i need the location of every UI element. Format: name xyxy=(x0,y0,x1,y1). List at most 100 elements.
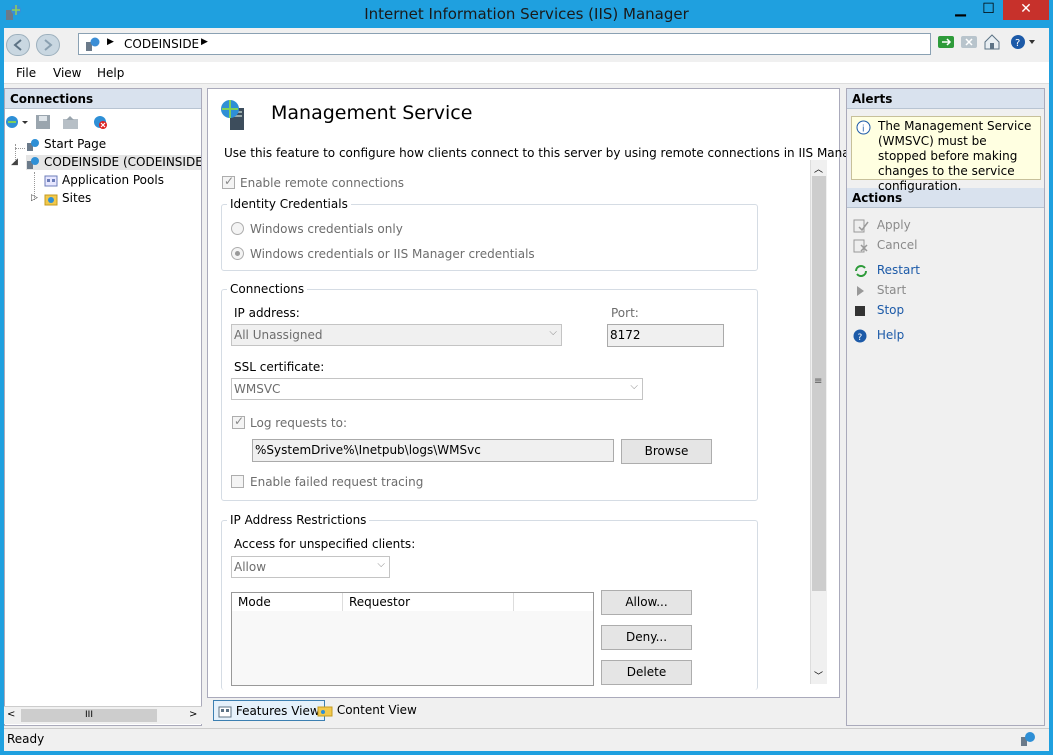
connect-icon[interactable] xyxy=(5,114,29,133)
windows-only-label: Windows credentials only xyxy=(250,222,403,236)
windows-or-iis-label: Windows credentials or IIS Manager crede… xyxy=(250,247,535,261)
svg-text:i: i xyxy=(862,125,865,135)
port-label: Port: xyxy=(611,306,639,320)
port-field[interactable]: 8172 xyxy=(607,324,724,347)
windows-or-iis-radio[interactable] xyxy=(231,247,244,260)
alert-box: i The Management Service (WMSVC) must be… xyxy=(851,116,1041,193)
content-view-label: Content View xyxy=(336,703,417,717)
deny-button[interactable]: Deny... xyxy=(601,625,692,650)
forward-arrow-icon xyxy=(44,39,53,51)
menu-file[interactable]: File xyxy=(16,66,36,80)
restart-icon xyxy=(855,264,867,277)
ip-rules-table[interactable]: Mode Requestor xyxy=(231,592,594,686)
allow-button[interactable]: Allow... xyxy=(601,590,692,615)
vscroll-thumb[interactable]: ≡ xyxy=(812,176,826,591)
breadcrumb-dropdown-icon[interactable]: ▶ xyxy=(201,37,208,47)
title-bar: Internet Information Services (IIS) Mana… xyxy=(0,0,1053,28)
delete-button[interactable]: Delete xyxy=(601,660,692,685)
scroll-right-icon[interactable]: > xyxy=(189,709,197,720)
failed-tracing-label: Enable failed request tracing xyxy=(250,475,424,489)
features-view-icon xyxy=(218,706,232,717)
up-level-icon[interactable] xyxy=(62,114,80,133)
log-path-field[interactable]: %SystemDrive%\Inetpub\logs\WMSvc xyxy=(252,439,614,462)
column-header-mode[interactable]: Mode xyxy=(232,593,343,611)
minimize-button[interactable]: ▁ xyxy=(947,0,974,20)
save-icon[interactable] xyxy=(35,114,51,133)
disconnect-icon[interactable] xyxy=(91,114,109,133)
action-apply: Apply xyxy=(853,218,911,233)
address-bar[interactable]: ▶ CODEINSIDE ▶ xyxy=(78,33,931,55)
back-arrow-icon xyxy=(13,39,22,51)
menu-view[interactable]: View xyxy=(53,66,81,80)
scroll-left-icon[interactable]: < xyxy=(7,709,15,720)
breadcrumb-arrow-icon: ▶ xyxy=(107,37,114,47)
close-button[interactable]: ✕ xyxy=(1003,0,1049,20)
restart-label: Restart xyxy=(876,263,920,277)
forward-button[interactable] xyxy=(36,34,60,56)
help-dropdown-icon[interactable]: ? xyxy=(1009,33,1035,53)
stop-square-icon xyxy=(855,305,865,316)
tree-item-label: Sites xyxy=(62,191,92,205)
server-icon xyxy=(27,156,39,169)
tree-item-start-page[interactable]: Start Page xyxy=(26,137,106,152)
svg-text:?: ? xyxy=(858,333,863,343)
stop-icon[interactable] xyxy=(960,33,980,53)
home-icon[interactable] xyxy=(983,33,1003,53)
page-title: Management Service xyxy=(271,102,473,124)
tree-item-label: Start Page xyxy=(44,137,107,151)
tree-item-label: CODEINSIDE (CODEINSIDE\co xyxy=(44,155,201,169)
cancel-icon xyxy=(853,239,868,252)
apply-label: Apply xyxy=(876,218,911,232)
failed-tracing-checkbox[interactable] xyxy=(231,475,244,488)
connections-group-label: Connections xyxy=(227,282,308,296)
chevron-down-icon: ⌵ xyxy=(377,559,385,570)
alert-message: The Management Service (WMSVC) must be s… xyxy=(878,119,1032,193)
hscroll-thumb[interactable]: III xyxy=(21,709,157,722)
cancel-label: Cancel xyxy=(876,238,918,252)
features-view-tab[interactable]: Features View xyxy=(213,700,325,721)
scroll-up-icon[interactable]: ︿ xyxy=(814,162,823,175)
breadcrumb-server[interactable]: CODEINSIDE xyxy=(124,37,199,51)
sites-icon xyxy=(44,194,58,205)
ssl-certificate-value: WMSVC xyxy=(234,382,281,396)
connections-hscrollbar[interactable]: < III > xyxy=(4,706,202,724)
tree-item-label: Application Pools xyxy=(62,173,164,187)
server-icon xyxy=(86,37,100,51)
column-header-requestor[interactable]: Requestor xyxy=(343,593,514,611)
enable-remote-checkbox[interactable] xyxy=(222,174,235,189)
access-value: Allow xyxy=(234,560,267,574)
access-combo[interactable]: Allow ⌵ xyxy=(231,556,390,578)
access-unspecified-label: Access for unspecified clients: xyxy=(234,537,416,551)
log-requests-checkbox[interactable] xyxy=(232,414,245,429)
maximize-button[interactable]: ☐ xyxy=(975,0,1002,20)
features-view-label: Features View xyxy=(235,704,320,718)
menu-help[interactable]: Help xyxy=(97,66,124,80)
action-stop[interactable]: Stop xyxy=(853,303,904,318)
scroll-down-icon[interactable]: ﹀ xyxy=(814,669,823,682)
menu-bar xyxy=(4,62,1049,84)
info-icon: i xyxy=(856,120,871,135)
enable-remote-label: Enable remote connections xyxy=(240,176,405,190)
expand-icon[interactable]: ▷ xyxy=(31,193,38,203)
content-view-tab[interactable]: Content View xyxy=(313,700,421,721)
action-restart[interactable]: Restart xyxy=(853,263,920,278)
ip-address-combo[interactable]: All Unassigned ⌵ xyxy=(231,324,562,346)
status-text: Ready xyxy=(7,732,45,746)
window-title: Internet Information Services (IIS) Mana… xyxy=(364,5,689,23)
tree-item-sites[interactable]: Sites xyxy=(44,191,91,206)
windows-only-radio[interactable] xyxy=(231,222,244,235)
refresh-icon[interactable] xyxy=(937,33,957,53)
alerts-header: Alerts xyxy=(847,89,1044,109)
content-view-icon xyxy=(317,706,333,716)
action-help[interactable]: ? Help xyxy=(853,328,904,343)
back-button[interactable] xyxy=(6,34,30,56)
tree-item-server[interactable]: CODEINSIDE (CODEINSIDE\co xyxy=(26,155,201,170)
ssl-certificate-combo[interactable]: WMSVC ⌵ xyxy=(231,378,643,400)
app-pools-icon xyxy=(44,175,58,186)
ip-restrictions-label: IP Address Restrictions xyxy=(227,513,370,527)
tree-item-application-pools[interactable]: Application Pools xyxy=(44,173,164,188)
action-cancel: Cancel xyxy=(853,238,917,253)
browse-button[interactable]: Browse xyxy=(621,439,712,464)
collapse-icon[interactable]: ◢ xyxy=(11,157,18,167)
identity-credentials-label: Identity Credentials xyxy=(227,197,351,211)
